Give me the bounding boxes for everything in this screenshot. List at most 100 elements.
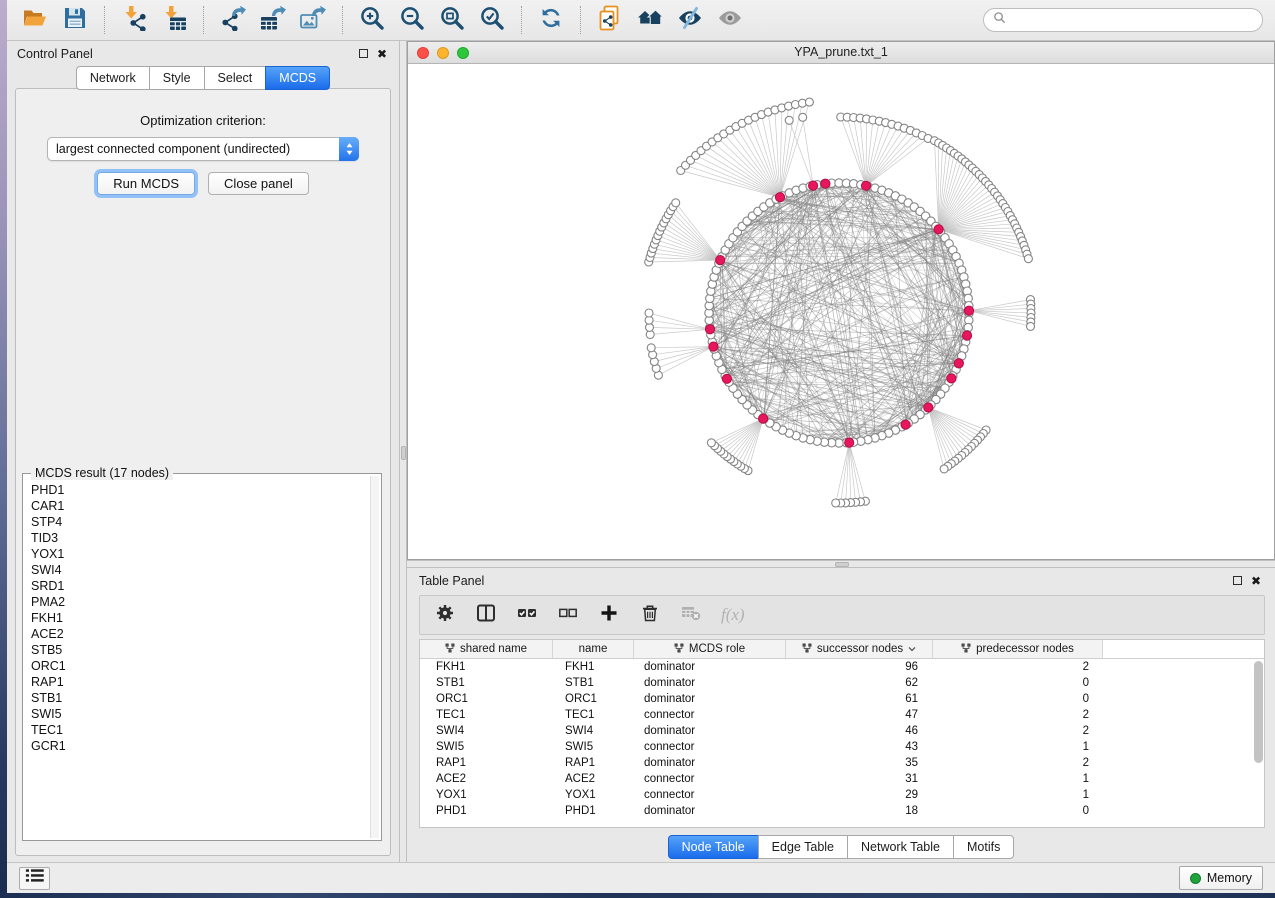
zoom-fit-button[interactable] <box>432 3 472 37</box>
mcds-result-item[interactable]: STB1 <box>31 690 369 706</box>
close-window-icon[interactable] <box>417 47 429 59</box>
tab-network-table[interactable]: Network Table <box>847 835 954 859</box>
table-cell: connector <box>634 789 786 801</box>
trash-button[interactable] <box>639 604 661 626</box>
criterion-dropdown[interactable]: largest connected component (undirected) <box>47 137 359 161</box>
search-box[interactable] <box>983 8 1263 32</box>
mcds-result-item[interactable]: YOX1 <box>31 546 369 562</box>
search-input[interactable] <box>1011 13 1253 27</box>
table-cell: TEC1 <box>420 709 553 721</box>
mcds-result-item[interactable]: RAP1 <box>31 674 369 690</box>
column-header-shared-name[interactable]: shared name <box>420 640 553 658</box>
table-row[interactable]: SWI5SWI5connector431 <box>420 739 1264 755</box>
table-row[interactable]: ORC1ORC1dominator610 <box>420 691 1264 707</box>
status-bar: Memory <box>7 862 1275 893</box>
mcds-result-item[interactable]: GCR1 <box>31 738 369 754</box>
mcds-result-item[interactable]: FKH1 <box>31 610 369 626</box>
refresh-button[interactable] <box>531 3 571 37</box>
table-row[interactable]: YOX1YOX1connector291 <box>420 787 1264 803</box>
table-row[interactable]: STB1STB1dominator620 <box>420 675 1264 691</box>
eye-show-button[interactable] <box>710 3 750 37</box>
mcds-result-item[interactable]: PHD1 <box>31 482 369 498</box>
column-label: MCDS role <box>689 643 745 655</box>
run-mcds-button[interactable]: Run MCDS <box>97 172 195 195</box>
column-header-successor-nodes[interactable]: successor nodes <box>786 640 933 658</box>
mcds-result-item[interactable]: PMA2 <box>31 594 369 610</box>
import-table-button[interactable] <box>154 3 194 37</box>
mcds-result-item[interactable]: TEC1 <box>31 722 369 738</box>
mcds-result-item[interactable]: ORC1 <box>31 658 369 674</box>
network-canvas[interactable] <box>408 64 1274 559</box>
vertical-splitter[interactable] <box>399 41 407 862</box>
mcds-result-item[interactable]: SWI4 <box>31 562 369 578</box>
task-history-button[interactable] <box>19 867 50 890</box>
minimize-window-icon[interactable] <box>437 47 449 59</box>
tab-motifs[interactable]: Motifs <box>953 835 1014 859</box>
zoom-out-button[interactable] <box>392 3 432 37</box>
export-network-button[interactable] <box>213 3 253 37</box>
float-panel-icon[interactable] <box>359 49 368 58</box>
table-row[interactable]: RAP1RAP1dominator352 <box>420 755 1264 771</box>
add-button[interactable] <box>598 604 620 626</box>
memory-status-icon <box>1190 873 1201 884</box>
mcds-result-item[interactable]: SRD1 <box>31 578 369 594</box>
mcds-result-item[interactable]: SWI5 <box>31 706 369 722</box>
close-panel-icon[interactable]: ✖ <box>377 49 387 59</box>
add-icon <box>599 603 619 628</box>
select-all-button[interactable] <box>516 604 538 626</box>
save-button[interactable] <box>55 3 95 37</box>
column-header-MCDS-role[interactable]: MCDS role <box>634 640 786 658</box>
export-table-button[interactable] <box>253 3 293 37</box>
open-folder-button[interactable] <box>15 3 55 37</box>
horizontal-splitter[interactable] <box>407 560 1275 568</box>
houses-button[interactable] <box>630 3 670 37</box>
table-cell: ORC1 <box>553 693 634 705</box>
splitter-grip[interactable] <box>835 562 849 567</box>
mcds-result-item[interactable]: CAR1 <box>31 498 369 514</box>
destroy-table-button <box>680 604 702 626</box>
mcds-result-item[interactable]: STP4 <box>31 514 369 530</box>
mcds-result-item[interactable]: STB5 <box>31 642 369 658</box>
column-header-name[interactable]: name <box>553 640 634 658</box>
search-icon <box>993 11 1006 29</box>
duplicate-network-button[interactable] <box>590 3 630 37</box>
zoom-in-button[interactable] <box>352 3 392 37</box>
float-panel-icon[interactable] <box>1233 576 1242 585</box>
unselect-all-button[interactable] <box>557 604 579 626</box>
columns-button[interactable] <box>475 604 497 626</box>
tab-node-table[interactable]: Node Table <box>668 835 759 859</box>
import-network-button[interactable] <box>114 3 154 37</box>
table-cell: ACE2 <box>553 773 634 785</box>
tab-select[interactable]: Select <box>204 66 267 90</box>
memory-button[interactable]: Memory <box>1179 866 1263 890</box>
gear-button[interactable] <box>434 604 456 626</box>
tab-mcds[interactable]: MCDS <box>265 66 330 90</box>
table-scrollbar-thumb[interactable] <box>1254 661 1263 763</box>
unselect-all-icon <box>558 603 578 628</box>
table-row[interactable]: SWI4SWI4dominator462 <box>420 723 1264 739</box>
sort-chevron-icon <box>908 643 916 655</box>
network-graph[interactable] <box>408 64 1274 559</box>
table-row[interactable]: ACE2ACE2connector311 <box>420 771 1264 787</box>
mcds-list-scrollbar[interactable] <box>370 476 379 838</box>
mcds-result-list[interactable]: PHD1CAR1STP4TID3YOX1SWI4SRD1PMA2FKH1ACE2… <box>25 479 369 838</box>
tab-style[interactable]: Style <box>149 66 205 90</box>
table-row[interactable]: TEC1TEC1connector472 <box>420 707 1264 723</box>
table-cell: YOX1 <box>553 789 634 801</box>
eye-hide-button[interactable] <box>670 3 710 37</box>
column-header-predecessor-nodes[interactable]: predecessor nodes <box>933 640 1103 658</box>
mcds-result-item[interactable]: TID3 <box>31 530 369 546</box>
maximize-window-icon[interactable] <box>457 47 469 59</box>
close-panel-button[interactable]: Close panel <box>208 172 309 195</box>
tab-edge-table[interactable]: Edge Table <box>758 835 848 859</box>
export-image-button[interactable] <box>293 3 333 37</box>
zoom-selected-button[interactable] <box>472 3 512 37</box>
tab-network[interactable]: Network <box>76 66 150 90</box>
table-cell: 2 <box>933 757 1103 769</box>
open-folder-icon <box>22 5 48 36</box>
splitter-grip[interactable] <box>401 446 406 460</box>
close-panel-icon[interactable]: ✖ <box>1251 576 1261 586</box>
mcds-result-item[interactable]: ACE2 <box>31 626 369 642</box>
table-row[interactable]: FKH1FKH1dominator962 <box>420 659 1264 675</box>
table-row[interactable]: PHD1PHD1dominator180 <box>420 803 1264 819</box>
